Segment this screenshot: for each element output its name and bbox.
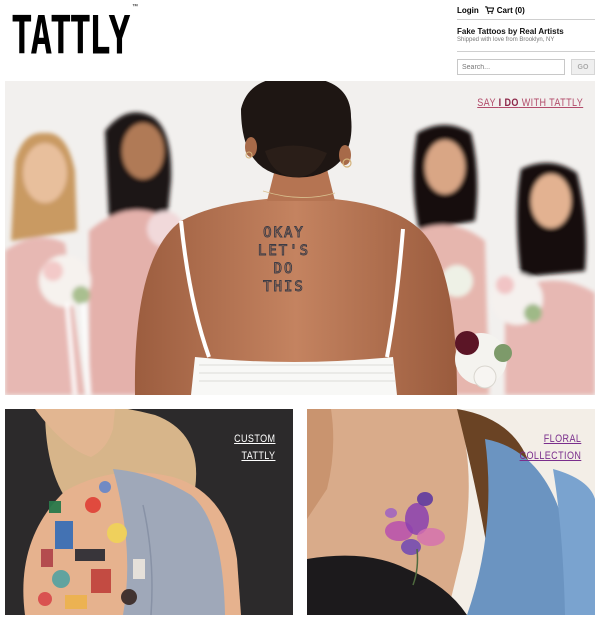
header-divider — [457, 51, 595, 52]
tattoo-line: THIS — [263, 279, 305, 295]
tattoo-line: OKAY — [263, 225, 305, 241]
floral-line2: COLLECTION — [519, 450, 581, 463]
cart-label: Cart (0) — [496, 5, 525, 15]
go-button[interactable]: GO — [571, 59, 595, 75]
tagline: Fake Tattoos by Real Artists — [457, 27, 564, 36]
logo-text: TATTLY — [11, 5, 130, 67]
hero-banner[interactable]: OKAY LET'S DO THIS SAY I DO WITH TATTLY — [5, 81, 595, 395]
cart-icon — [484, 6, 494, 14]
trademark-symbol: ™ — [132, 4, 138, 10]
tattoo-line: LET'S — [258, 243, 310, 259]
custom-tattly-panel[interactable]: CUSTOM TATTLY — [5, 409, 293, 615]
subtagline: Shipped with love from Brooklyn, NY — [457, 37, 555, 43]
cart-link[interactable]: Cart (0) — [484, 5, 525, 15]
tattoo-line: DO — [274, 261, 295, 277]
promo-prefix: SAY — [477, 97, 499, 109]
floral-collection-panel[interactable]: FLORAL COLLECTION — [307, 409, 595, 615]
custom-tattly-link[interactable]: CUSTOM TATTLY — [234, 431, 275, 465]
say-i-do-link[interactable]: SAY I DO WITH TATTLY — [477, 95, 583, 112]
custom-line1: CUSTOM — [233, 433, 275, 445]
floral-line1: FLORAL — [543, 433, 581, 445]
floral-collection-link[interactable]: FLORAL COLLECTION — [519, 431, 581, 465]
promo-emphasis: I DO — [498, 97, 519, 109]
custom-line2: TATTLY — [240, 450, 275, 463]
login-link[interactable]: Login — [457, 6, 479, 15]
header-divider — [457, 19, 595, 20]
top-nav: Login Cart (0) — [457, 4, 595, 16]
search-input[interactable] — [457, 59, 565, 75]
hero-image: OKAY LET'S DO THIS — [5, 81, 595, 395]
promo-suffix: WITH TATTLY — [518, 97, 583, 109]
tattly-logo[interactable]: TATTLY — [11, 10, 139, 62]
